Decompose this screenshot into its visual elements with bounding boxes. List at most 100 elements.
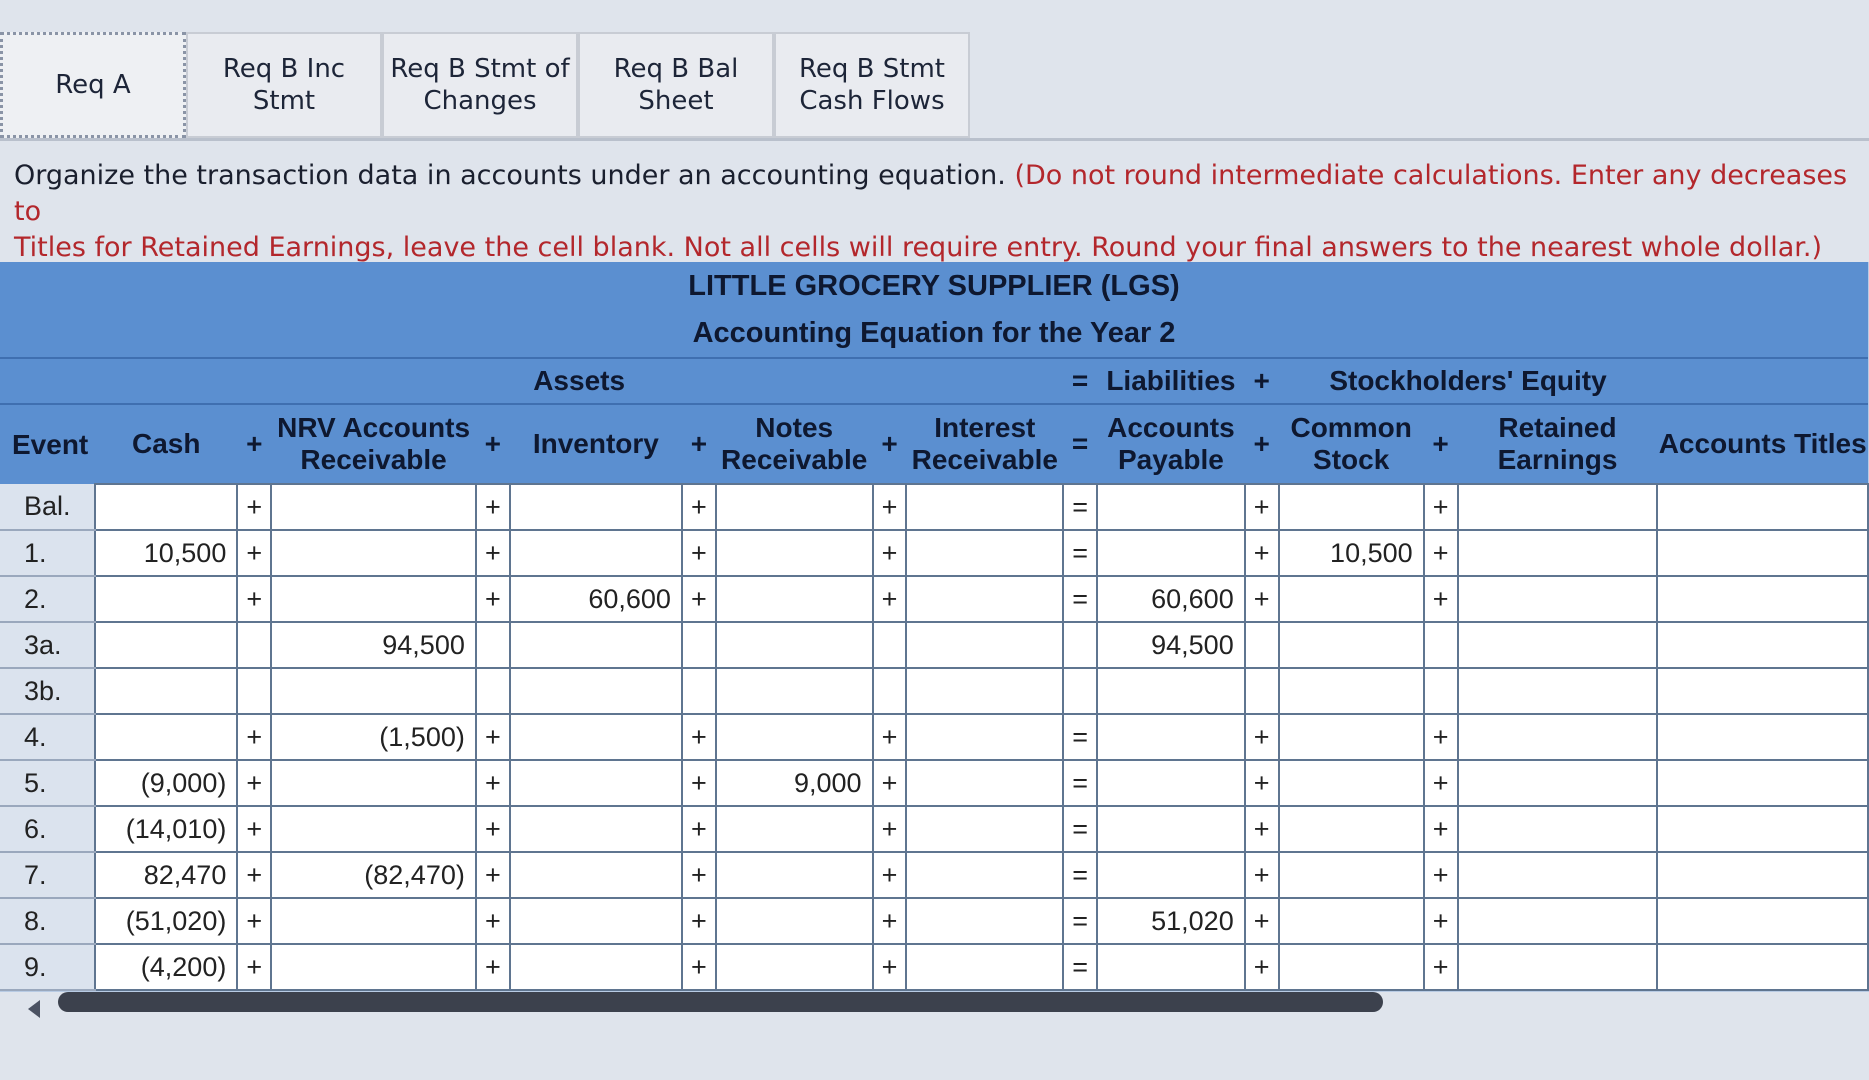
cash-cell[interactable]: (51,020)	[94, 897, 239, 945]
payable-cell[interactable]	[1096, 483, 1246, 531]
nrv-cell[interactable]	[270, 943, 477, 991]
tab-req-b-inc-stmt[interactable]: Req B Inc Stmt	[186, 32, 382, 138]
inventory-cell[interactable]: 60,600	[508, 575, 683, 623]
payable-cell[interactable]	[1096, 713, 1246, 761]
payable-cell[interactable]	[1096, 759, 1246, 807]
notes-cell[interactable]: 9,000	[714, 759, 874, 807]
notes-cell[interactable]	[714, 851, 874, 899]
cash-cell[interactable]: 82,470	[94, 851, 239, 899]
account-title-cell[interactable]	[1656, 621, 1869, 669]
horizontal-scrollbar[interactable]	[58, 992, 1868, 1016]
common-stock-cell[interactable]	[1277, 713, 1425, 761]
scroll-left-arrow-icon[interactable]	[28, 1000, 40, 1018]
account-title-cell[interactable]	[1656, 759, 1869, 807]
nrv-cell[interactable]: 94,500	[270, 621, 477, 669]
interest-cell[interactable]	[905, 943, 1065, 991]
payable-cell[interactable]: 60,600	[1096, 575, 1246, 623]
notes-cell[interactable]	[714, 529, 874, 577]
cash-cell[interactable]: (4,200)	[94, 943, 239, 991]
account-title-cell[interactable]	[1656, 575, 1869, 623]
cash-cell[interactable]	[94, 621, 239, 669]
notes-cell[interactable]	[714, 943, 874, 991]
payable-cell[interactable]	[1096, 851, 1246, 899]
inventory-cell[interactable]	[508, 759, 683, 807]
cash-cell[interactable]: 10,500	[94, 529, 239, 577]
notes-cell[interactable]	[714, 713, 874, 761]
tab-req-b-stmt-cash-flows[interactable]: Req B Stmt Cash Flows	[774, 32, 970, 138]
account-title-cell[interactable]	[1656, 483, 1869, 531]
payable-cell[interactable]	[1096, 529, 1246, 577]
inventory-cell[interactable]	[508, 621, 683, 669]
tab-req-b-stmt-of-changes[interactable]: Req B Stmt of Changes	[382, 32, 578, 138]
notes-cell[interactable]	[714, 575, 874, 623]
interest-cell[interactable]	[905, 483, 1065, 531]
payable-cell[interactable]	[1096, 805, 1246, 853]
inventory-cell[interactable]	[508, 805, 683, 853]
account-title-cell[interactable]	[1656, 897, 1869, 945]
nrv-cell[interactable]	[270, 483, 477, 531]
nrv-cell[interactable]	[270, 897, 477, 945]
common-stock-cell[interactable]	[1277, 943, 1425, 991]
inventory-cell[interactable]	[508, 851, 683, 899]
notes-cell[interactable]	[714, 667, 874, 715]
inventory-cell[interactable]	[508, 713, 683, 761]
payable-cell[interactable]	[1096, 667, 1246, 715]
interest-cell[interactable]	[905, 529, 1065, 577]
retained-earnings-cell[interactable]	[1456, 621, 1659, 669]
payable-cell[interactable]: 94,500	[1096, 621, 1246, 669]
retained-earnings-cell[interactable]	[1456, 851, 1659, 899]
notes-cell[interactable]	[714, 805, 874, 853]
interest-cell[interactable]	[905, 667, 1065, 715]
account-title-cell[interactable]	[1656, 851, 1869, 899]
nrv-cell[interactable]	[270, 575, 477, 623]
retained-earnings-cell[interactable]	[1456, 943, 1659, 991]
account-title-cell[interactable]	[1656, 713, 1869, 761]
common-stock-cell[interactable]	[1277, 667, 1425, 715]
common-stock-cell[interactable]	[1277, 805, 1425, 853]
inventory-cell[interactable]	[508, 943, 683, 991]
nrv-cell[interactable]: (82,470)	[270, 851, 477, 899]
common-stock-cell[interactable]	[1277, 621, 1425, 669]
account-title-cell[interactable]	[1656, 943, 1869, 991]
retained-earnings-cell[interactable]	[1456, 897, 1659, 945]
nrv-cell[interactable]	[270, 529, 477, 577]
cash-cell[interactable]	[94, 713, 239, 761]
interest-cell[interactable]	[905, 759, 1065, 807]
nrv-cell[interactable]	[270, 805, 477, 853]
common-stock-cell[interactable]	[1277, 575, 1425, 623]
tab-req-b-bal-sheet[interactable]: Req B Bal Sheet	[578, 32, 774, 138]
retained-earnings-cell[interactable]	[1456, 713, 1659, 761]
inventory-cell[interactable]	[508, 529, 683, 577]
common-stock-cell[interactable]	[1277, 851, 1425, 899]
cash-cell[interactable]	[94, 483, 239, 531]
common-stock-cell[interactable]	[1277, 483, 1425, 531]
notes-cell[interactable]	[714, 897, 874, 945]
retained-earnings-cell[interactable]	[1456, 529, 1659, 577]
retained-earnings-cell[interactable]	[1456, 759, 1659, 807]
cash-cell[interactable]	[94, 667, 239, 715]
retained-earnings-cell[interactable]	[1456, 805, 1659, 853]
account-title-cell[interactable]	[1656, 667, 1869, 715]
retained-earnings-cell[interactable]	[1456, 483, 1659, 531]
nrv-cell[interactable]: (1,500)	[270, 713, 477, 761]
cash-cell[interactable]: (14,010)	[94, 805, 239, 853]
notes-cell[interactable]	[714, 621, 874, 669]
common-stock-cell[interactable]: 10,500	[1277, 529, 1425, 577]
nrv-cell[interactable]	[270, 667, 477, 715]
inventory-cell[interactable]	[508, 897, 683, 945]
tab-req-a[interactable]: Req A	[0, 32, 186, 138]
cash-cell[interactable]: (9,000)	[94, 759, 239, 807]
interest-cell[interactable]	[905, 805, 1065, 853]
cash-cell[interactable]	[94, 575, 239, 623]
nrv-cell[interactable]	[270, 759, 477, 807]
common-stock-cell[interactable]	[1277, 897, 1425, 945]
payable-cell[interactable]	[1096, 943, 1246, 991]
interest-cell[interactable]	[905, 897, 1065, 945]
account-title-cell[interactable]	[1656, 529, 1869, 577]
retained-earnings-cell[interactable]	[1456, 575, 1659, 623]
inventory-cell[interactable]	[508, 667, 683, 715]
retained-earnings-cell[interactable]	[1456, 667, 1659, 715]
interest-cell[interactable]	[905, 575, 1065, 623]
interest-cell[interactable]	[905, 713, 1065, 761]
payable-cell[interactable]: 51,020	[1096, 897, 1246, 945]
